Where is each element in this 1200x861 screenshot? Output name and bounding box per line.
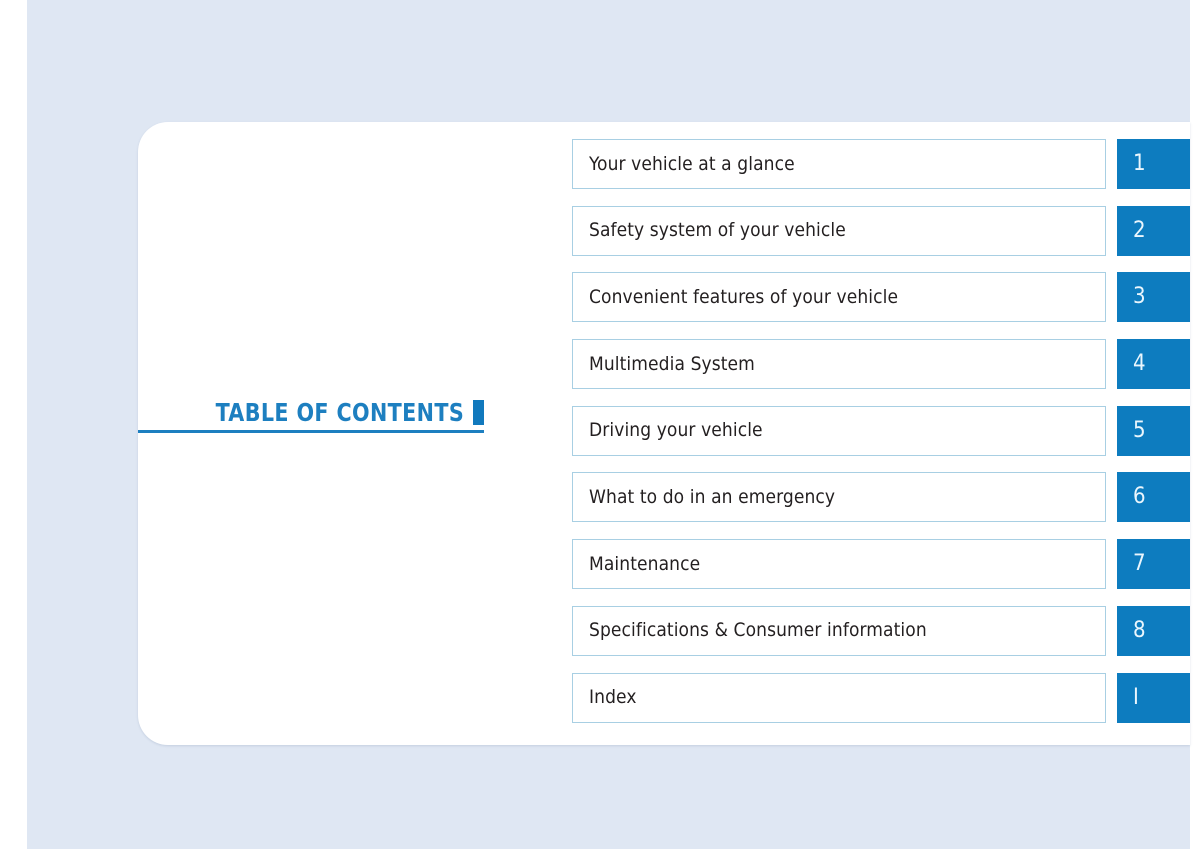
toc-entry-label[interactable]: Maintenance <box>572 539 1106 590</box>
toc-entry[interactable]: Safety system of your vehicle 2 <box>572 205 1190 256</box>
toc-entry-number-tab[interactable]: 5 <box>1117 405 1190 456</box>
toc-entry-number-tab[interactable]: 8 <box>1117 605 1190 656</box>
toc-entry[interactable]: Specifications & Consumer information 8 <box>572 605 1190 656</box>
toc-entry-label[interactable]: What to do in an emergency <box>572 472 1106 523</box>
toc-entry[interactable]: Maintenance 7 <box>572 539 1190 590</box>
toc-entry-number-tab[interactable]: I <box>1117 672 1190 723</box>
toc-entry-label[interactable]: Index <box>572 672 1106 723</box>
toc-entry-number-tab[interactable]: 4 <box>1117 339 1190 390</box>
page-title: TABLE OF CONTENTS <box>215 397 464 427</box>
title-marker-icon <box>473 399 484 425</box>
toc-entry-number-tab[interactable]: 7 <box>1117 539 1190 590</box>
toc-entry-label[interactable]: Your vehicle at a glance <box>572 139 1106 189</box>
heading-row: TABLE OF CONTENTS <box>138 396 484 428</box>
table-of-contents-heading: TABLE OF CONTENTS <box>138 396 484 434</box>
toc-entry[interactable]: Convenient features of your vehicle 3 <box>572 272 1190 323</box>
toc-entry-label[interactable]: Multimedia System <box>572 339 1106 390</box>
toc-entry[interactable]: Your vehicle at a glance 1 <box>572 139 1190 189</box>
toc-entry-number-tab[interactable]: 1 <box>1117 139 1190 189</box>
toc-entry-label[interactable]: Safety system of your vehicle <box>572 205 1106 256</box>
toc-entry[interactable]: What to do in an emergency 6 <box>572 472 1190 523</box>
toc-entry-number-tab[interactable]: 2 <box>1117 205 1190 256</box>
toc-entry-label[interactable]: Driving your vehicle <box>572 405 1106 456</box>
toc-entry[interactable]: Multimedia System 4 <box>572 339 1190 390</box>
toc-entry-label[interactable]: Convenient features of your vehicle <box>572 272 1106 323</box>
toc-entry-label[interactable]: Specifications & Consumer information <box>572 605 1106 656</box>
toc-entry-number-tab[interactable]: 6 <box>1117 472 1190 523</box>
title-underline <box>138 430 484 433</box>
toc-entry[interactable]: Driving your vehicle 5 <box>572 405 1190 456</box>
toc-entry[interactable]: Index I <box>572 672 1190 723</box>
toc-entry-number-tab[interactable]: 3 <box>1117 272 1190 323</box>
table-of-contents-list: Your vehicle at a glance 1 Safety system o… <box>572 139 1190 739</box>
